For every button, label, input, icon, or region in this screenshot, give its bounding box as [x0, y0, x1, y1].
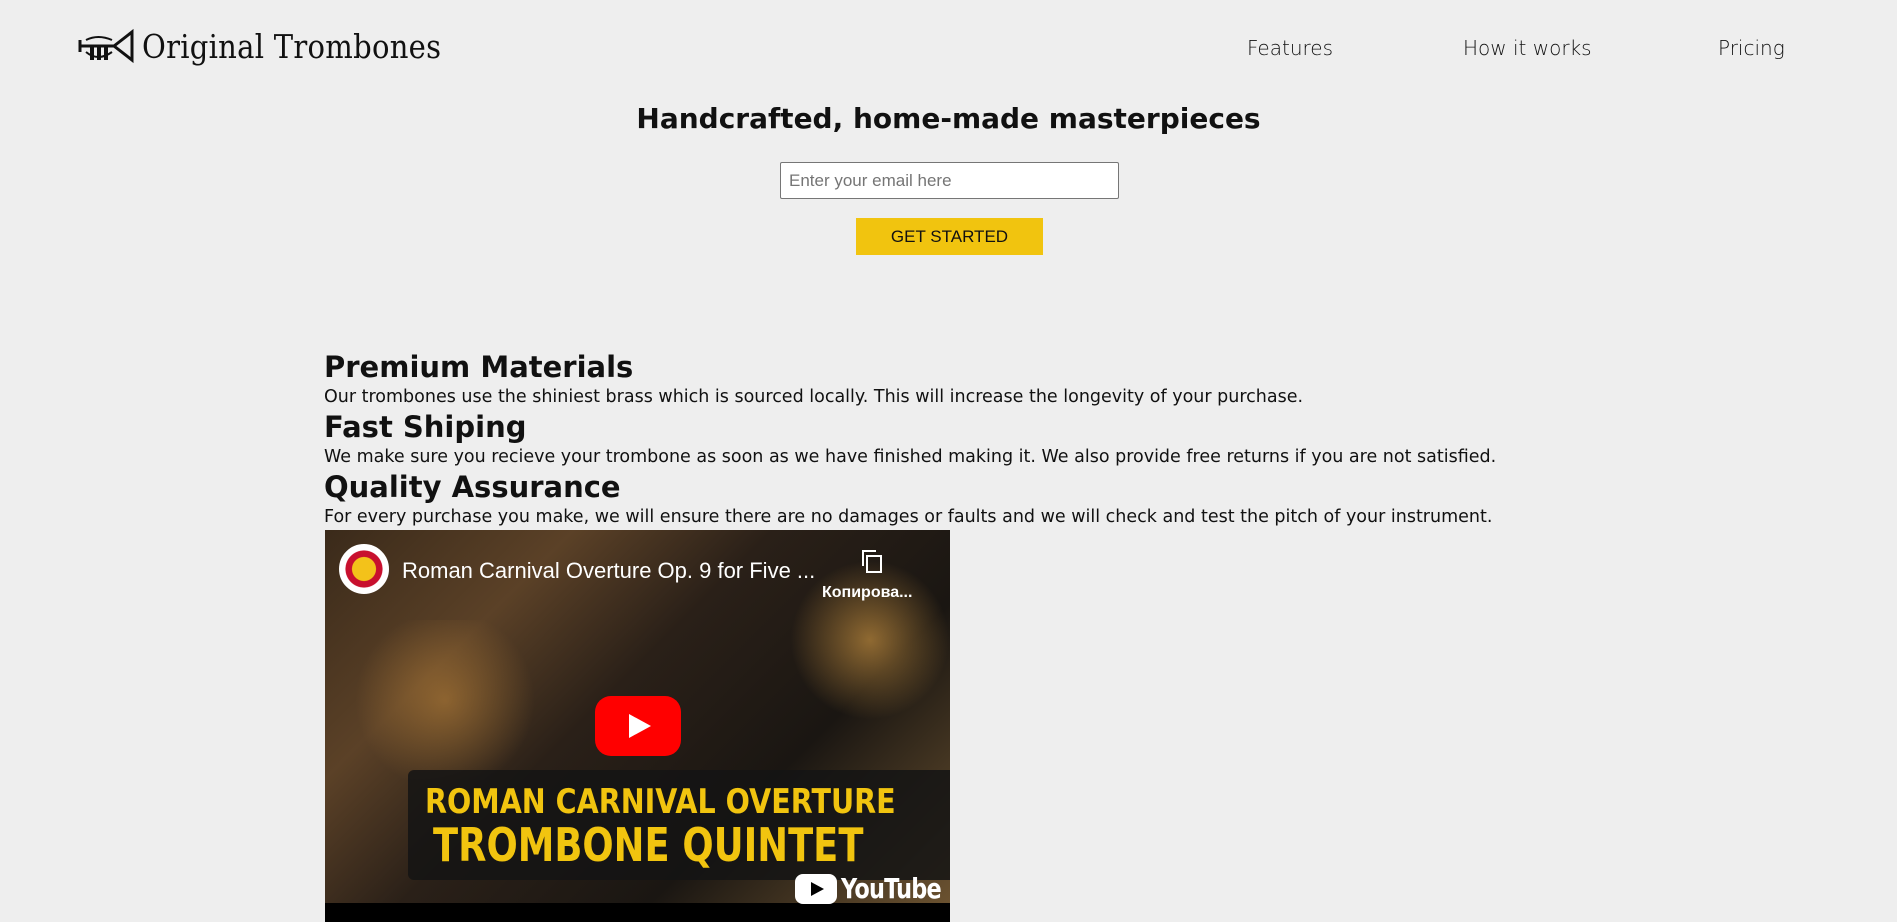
feature-item: Premium Materials Our trombones use the …	[324, 350, 1624, 410]
nav-link-features[interactable]: Features	[1247, 36, 1333, 60]
feature-description: For every purchase you make, we will ens…	[324, 507, 1493, 527]
hero-title: Handcrafted, home-made masterpieces	[636, 102, 1261, 135]
youtube-wordmark: YouTube	[841, 872, 942, 905]
thumbnail-caption-line1: ROMAN CARNIVAL OVERTURE	[425, 782, 896, 822]
feature-title: Fast Shiping	[324, 410, 527, 444]
channel-avatar[interactable]	[339, 544, 389, 594]
video-title[interactable]: Roman Carnival Overture Op. 9 for Five .…	[402, 558, 815, 584]
youtube-play-icon	[795, 873, 837, 904]
header: Original Trombones Features How it works…	[0, 0, 1897, 90]
youtube-logo[interactable]: YouTube	[795, 872, 950, 905]
feature-item: Quality Assurance For every purchase you…	[324, 470, 1624, 530]
nav-link-how-it-works[interactable]: How it works	[1463, 36, 1592, 60]
thumbnail-caption-line2: TROMBONE QUINTET	[433, 818, 864, 872]
main-nav: Features How it works Pricing	[0, 36, 1897, 62]
copy-link-label[interactable]: Копирова...	[822, 584, 912, 602]
play-icon[interactable]	[595, 696, 681, 756]
features-section: Premium Materials Our trombones use the …	[324, 350, 1624, 530]
video-embed[interactable]: Roman Carnival Overture Op. 9 for Five .…	[325, 530, 950, 922]
video-thumbnail[interactable]: Roman Carnival Overture Op. 9 for Five .…	[325, 530, 950, 905]
email-input[interactable]	[780, 162, 1119, 199]
feature-item: Fast Shiping We make sure you recieve yo…	[324, 410, 1624, 470]
feature-description: We make sure you recieve your trombone a…	[324, 447, 1497, 467]
copy-icon[interactable]	[859, 548, 885, 574]
feature-description: Our trombones use the shiniest brass whi…	[324, 387, 1304, 407]
nav-link-pricing[interactable]: Pricing	[1718, 36, 1785, 60]
get-started-button[interactable]: GET STARTED	[856, 218, 1043, 255]
feature-title: Premium Materials	[324, 350, 634, 384]
feature-title: Quality Assurance	[324, 470, 621, 504]
thumbnail-highlight	[345, 620, 545, 780]
